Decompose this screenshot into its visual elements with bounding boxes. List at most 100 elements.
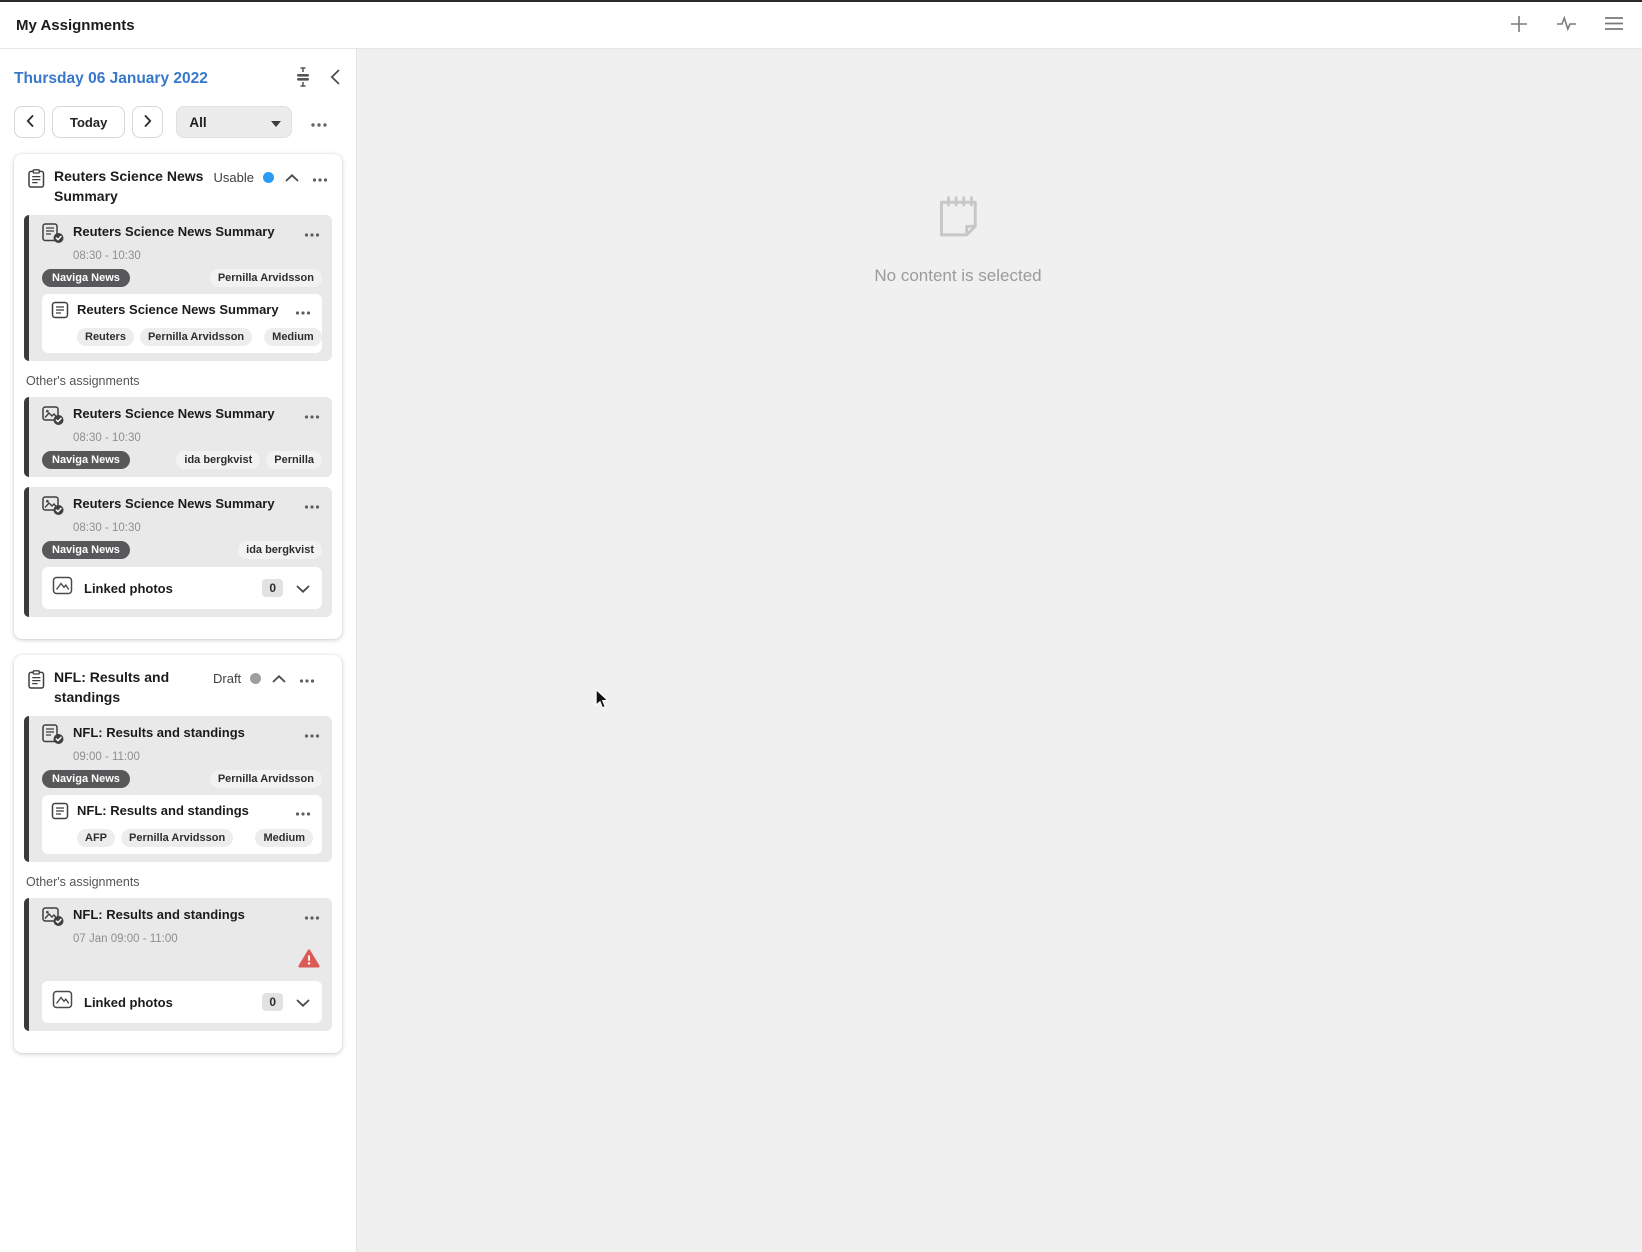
activity-icon xyxy=(1555,15,1578,35)
assignment-title: Reuters Science News Summary xyxy=(73,496,294,512)
caret-down-icon xyxy=(271,115,281,130)
filter-dropdown[interactable]: All xyxy=(176,106,292,138)
channel-badge: Naviga News xyxy=(42,269,130,287)
content-more-button[interactable] xyxy=(293,301,313,320)
assignment-title: NFL: Results and standings xyxy=(73,725,294,741)
source-badge: Reuters xyxy=(77,328,134,346)
collapse-group-button[interactable] xyxy=(270,669,288,688)
group-header-actions: Draft xyxy=(213,669,317,688)
text-assignment-check-icon xyxy=(42,724,65,750)
text-document-icon xyxy=(51,301,69,324)
linked-photos-row[interactable]: Linked photos 0 xyxy=(42,981,322,1023)
assignment-group-card: NFL: Results and standings Draft xyxy=(14,655,342,1053)
app-body: Thursday 06 January 2022 xyxy=(0,49,1642,1252)
status-dot xyxy=(263,172,274,183)
assignment-time: 09:00 - 11:00 xyxy=(73,751,322,763)
filter-value: All xyxy=(189,115,206,130)
chevron-down-icon xyxy=(296,995,310,1010)
assignment-title: NFL: Results and standings xyxy=(73,907,294,923)
priority-badge: Medium xyxy=(255,829,313,847)
media-assignment-check-icon xyxy=(42,405,65,431)
assignment-more-button[interactable] xyxy=(302,495,322,514)
chevron-left-icon xyxy=(330,69,340,88)
ellipsis-icon xyxy=(304,726,320,741)
content-more-button[interactable] xyxy=(293,802,313,821)
assignment-more-button[interactable] xyxy=(302,223,322,242)
linked-photos-label: Linked photos xyxy=(84,995,251,1010)
assignment-title: Reuters Science News Summary xyxy=(73,224,294,240)
linked-photos-row[interactable]: Linked photos 0 xyxy=(42,567,322,609)
content-title: NFL: Results and standings xyxy=(77,803,285,819)
ellipsis-icon xyxy=(304,225,320,240)
sidebar-more-button[interactable] xyxy=(306,111,332,134)
assignee-badge: ida bergkvist xyxy=(238,541,322,559)
hamburger-menu-icon xyxy=(1604,16,1624,34)
collapse-group-button[interactable] xyxy=(283,168,301,187)
assignee-badge: Pernilla xyxy=(266,451,322,469)
expand-linked-photos-button[interactable] xyxy=(294,993,312,1012)
assignment-more-button[interactable] xyxy=(302,405,322,424)
assignment-card[interactable]: Reuters Science News Summary 08:30 - 10:… xyxy=(24,397,332,477)
group-title: Reuters Science News Summary xyxy=(54,167,205,206)
warning-icon xyxy=(298,949,320,973)
assignment-card[interactable]: Reuters Science News Summary 08:30 - 10:… xyxy=(24,215,332,361)
assignment-group-card: Reuters Science News Summary Usable xyxy=(14,154,342,639)
group-more-button[interactable] xyxy=(297,669,317,688)
assignment-time: 07 Jan 09:00 - 11:00 xyxy=(73,933,322,945)
date-nav-row: Today All xyxy=(14,106,342,138)
assignment-time: 08:30 - 10:30 xyxy=(73,250,322,262)
ellipsis-icon xyxy=(295,804,311,819)
ellipsis-icon xyxy=(304,407,320,422)
text-assignment-check-icon xyxy=(42,223,65,249)
author-badge: Pernilla Arvidsson xyxy=(121,829,233,847)
activity-button[interactable] xyxy=(1553,13,1580,37)
date-header[interactable]: Thursday 06 January 2022 xyxy=(14,70,208,88)
add-button[interactable] xyxy=(1507,12,1531,39)
assignment-card[interactable]: NFL: Results and standings 09:00 - 11:00… xyxy=(24,716,332,862)
others-assignments-label: Other's assignments xyxy=(26,875,332,889)
content-pane: No content is selected xyxy=(357,49,1642,1252)
assignment-card[interactable]: Reuters Science News Summary 08:30 - 10:… xyxy=(24,487,332,617)
notepad-icon xyxy=(931,232,985,249)
assignee-badge: ida bergkvist xyxy=(176,451,260,469)
photo-icon xyxy=(52,990,73,1014)
chevron-left-icon xyxy=(26,115,34,130)
expand-linked-photos-button[interactable] xyxy=(294,579,312,598)
clipboard-icon xyxy=(28,169,45,193)
content-card[interactable]: Reuters Science News Summary Reuters Per… xyxy=(42,294,322,353)
date-header-row: Thursday 06 January 2022 xyxy=(14,65,342,92)
assignment-more-button[interactable] xyxy=(302,724,322,743)
linked-photos-label: Linked photos xyxy=(84,581,251,596)
assignee-badge: Pernilla Arvidsson xyxy=(210,770,322,788)
text-document-icon xyxy=(51,802,69,825)
chevron-up-icon xyxy=(272,671,286,686)
status-label: Draft xyxy=(213,671,241,686)
compress-list-button[interactable] xyxy=(292,65,314,92)
photo-assignment-check-icon xyxy=(42,906,65,932)
channel-badge: Naviga News xyxy=(42,541,130,559)
group-title: NFL: Results and standings xyxy=(54,668,204,707)
author-badge: Pernilla Arvidsson xyxy=(140,328,252,346)
page-title: My Assignments xyxy=(16,17,135,34)
assignments-sidebar: Thursday 06 January 2022 xyxy=(0,49,357,1252)
menu-button[interactable] xyxy=(1602,14,1626,36)
assignment-title: Reuters Science News Summary xyxy=(73,406,294,422)
content-card[interactable]: NFL: Results and standings AFP Pernilla … xyxy=(42,795,322,854)
status-dot xyxy=(250,673,261,684)
ellipsis-icon xyxy=(295,303,311,318)
channel-badge: Naviga News xyxy=(42,770,130,788)
assignment-more-button[interactable] xyxy=(302,906,322,925)
assignment-card[interactable]: NFL: Results and standings 07 Jan 09:00 … xyxy=(24,898,332,1031)
collapse-sidebar-button[interactable] xyxy=(328,67,342,90)
app-window: My Assignments Thursday 06 xyxy=(0,0,1642,1252)
assignee-badge: Pernilla Arvidsson xyxy=(210,269,322,287)
prev-day-button[interactable] xyxy=(14,106,45,138)
source-badge: AFP xyxy=(77,829,115,847)
next-day-button[interactable] xyxy=(132,106,163,138)
chevron-down-icon xyxy=(296,581,310,596)
group-more-button[interactable] xyxy=(310,168,330,187)
today-button[interactable]: Today xyxy=(52,106,125,138)
assignment-time: 08:30 - 10:30 xyxy=(73,432,322,444)
clipboard-icon xyxy=(28,670,45,694)
group-header: NFL: Results and standings Draft xyxy=(24,666,332,716)
